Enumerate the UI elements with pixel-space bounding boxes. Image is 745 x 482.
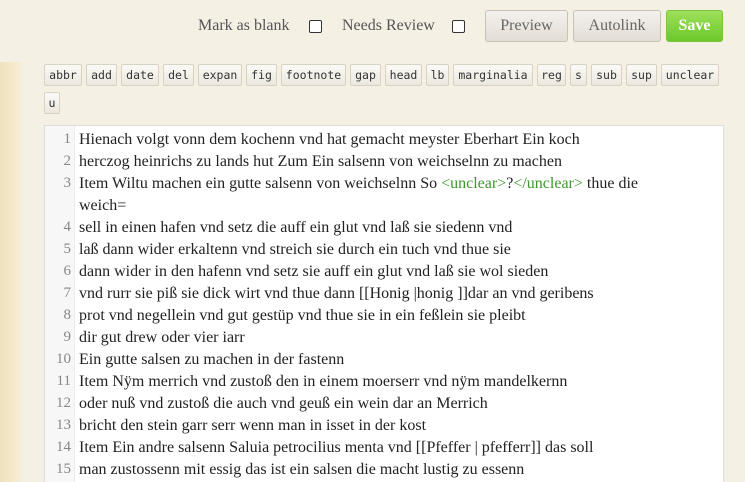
line-text: prot vnd negellein vnd gut gestüp vnd th… — [79, 307, 526, 324]
mark-blank-label: Mark as blank — [198, 17, 290, 34]
transcription-editor[interactable]: 1 Hienach volgt vonn dem kochenn vnd hat… — [44, 125, 724, 482]
tag-button-add[interactable]: add — [86, 64, 117, 86]
line-text: Hienach volgt vonn dem kochenn vnd hat g… — [79, 131, 580, 148]
line-text: dann wider in den hafenn vnd setz sie au… — [79, 263, 549, 280]
needs-review-label: Needs Review — [342, 17, 435, 34]
line-text: vnd rurr sie piß sie dick wirt vnd thue … — [79, 285, 594, 302]
line-text: Ein gutte salsen zu machen in der fasten… — [79, 351, 345, 368]
line-number: 12 — [56, 395, 71, 411]
line-text: man zustossenn mit essig das ist ein sal… — [79, 461, 525, 478]
line-number: 14 — [56, 439, 71, 455]
tag-button-gap[interactable]: gap — [350, 64, 381, 86]
unclear-close-tag: </unclear> — [513, 175, 583, 192]
line-text: Item Ein andre salsenn Saluia petrociliu… — [79, 439, 594, 456]
line-number: 15 — [56, 461, 71, 477]
line-number: 5 — [63, 241, 72, 257]
tag-button-date[interactable]: date — [121, 64, 159, 86]
unclear-open-tag: <unclear> — [441, 175, 507, 192]
line-number: 11 — [56, 373, 71, 389]
preview-button[interactable]: Preview — [485, 10, 568, 42]
page-image-edge — [0, 62, 24, 482]
tag-button-unclear[interactable]: unclear — [661, 64, 719, 86]
tag-button-s[interactable]: s — [570, 64, 587, 86]
line-text: dir gut drew oder vier iarr — [79, 329, 245, 346]
line-text-before: Item Wiltu machen ein gutte salsenn von … — [79, 175, 442, 192]
line-number: 6 — [63, 263, 72, 279]
line-number: 13 — [56, 417, 71, 433]
line-number: 2 — [63, 153, 72, 169]
tag-button-fig[interactable]: fig — [246, 64, 277, 86]
line-text-after: thue die — [582, 175, 638, 192]
tag-button-del[interactable]: del — [163, 64, 194, 86]
line-number: 7 — [63, 285, 72, 301]
line-text: oder nuß vnd zustoß die auch vnd geuß ei… — [79, 395, 488, 412]
tag-button-marginalia[interactable]: marginalia — [453, 64, 533, 86]
line-number: 1 — [63, 131, 72, 147]
line-number: 8 — [63, 307, 72, 323]
tag-button-footnote[interactable]: footnote — [281, 64, 346, 86]
line-text: Item Wiltu machen ein gutte salsenn von … — [79, 175, 638, 193]
tag-button-lb[interactable]: lb — [426, 64, 449, 86]
save-button[interactable]: Save — [666, 10, 723, 42]
tag-button-u[interactable]: u — [44, 92, 60, 114]
line-number: 3 — [63, 175, 72, 191]
line-number: 10 — [56, 351, 71, 367]
tag-button-expan[interactable]: expan — [198, 64, 242, 86]
line-text: sell in einen hafen vnd setz die auff ei… — [79, 219, 513, 236]
tag-button-abbr[interactable]: abbr — [44, 64, 82, 86]
tag-button-sup[interactable]: sup — [626, 64, 657, 86]
autolink-button[interactable]: Autolink — [573, 10, 661, 42]
line-text: bricht den stein garr serr wenn man in i… — [79, 417, 427, 434]
toolbar: Mark as blank Needs Review Preview Autol… — [0, 0, 745, 56]
tag-button-head[interactable]: head — [385, 64, 422, 86]
needs-review-checkbox[interactable] — [452, 20, 465, 33]
line-number: 9 — [63, 329, 72, 345]
line-text-continuation: weich= — [79, 197, 127, 214]
line-text: herczog heinrichs zu lands hut Zum Ein s… — [79, 153, 562, 170]
line-text: Item Nÿm merrich vnd zustoß den in einem… — [79, 373, 568, 390]
tag-button-sub[interactable]: sub — [591, 64, 622, 86]
tag-button-reg[interactable]: reg — [537, 64, 566, 86]
mark-blank-checkbox[interactable] — [309, 20, 322, 33]
line-number: 4 — [63, 219, 72, 235]
line-text: laß dann wider erkaltenn vnd streich sie… — [79, 241, 511, 258]
